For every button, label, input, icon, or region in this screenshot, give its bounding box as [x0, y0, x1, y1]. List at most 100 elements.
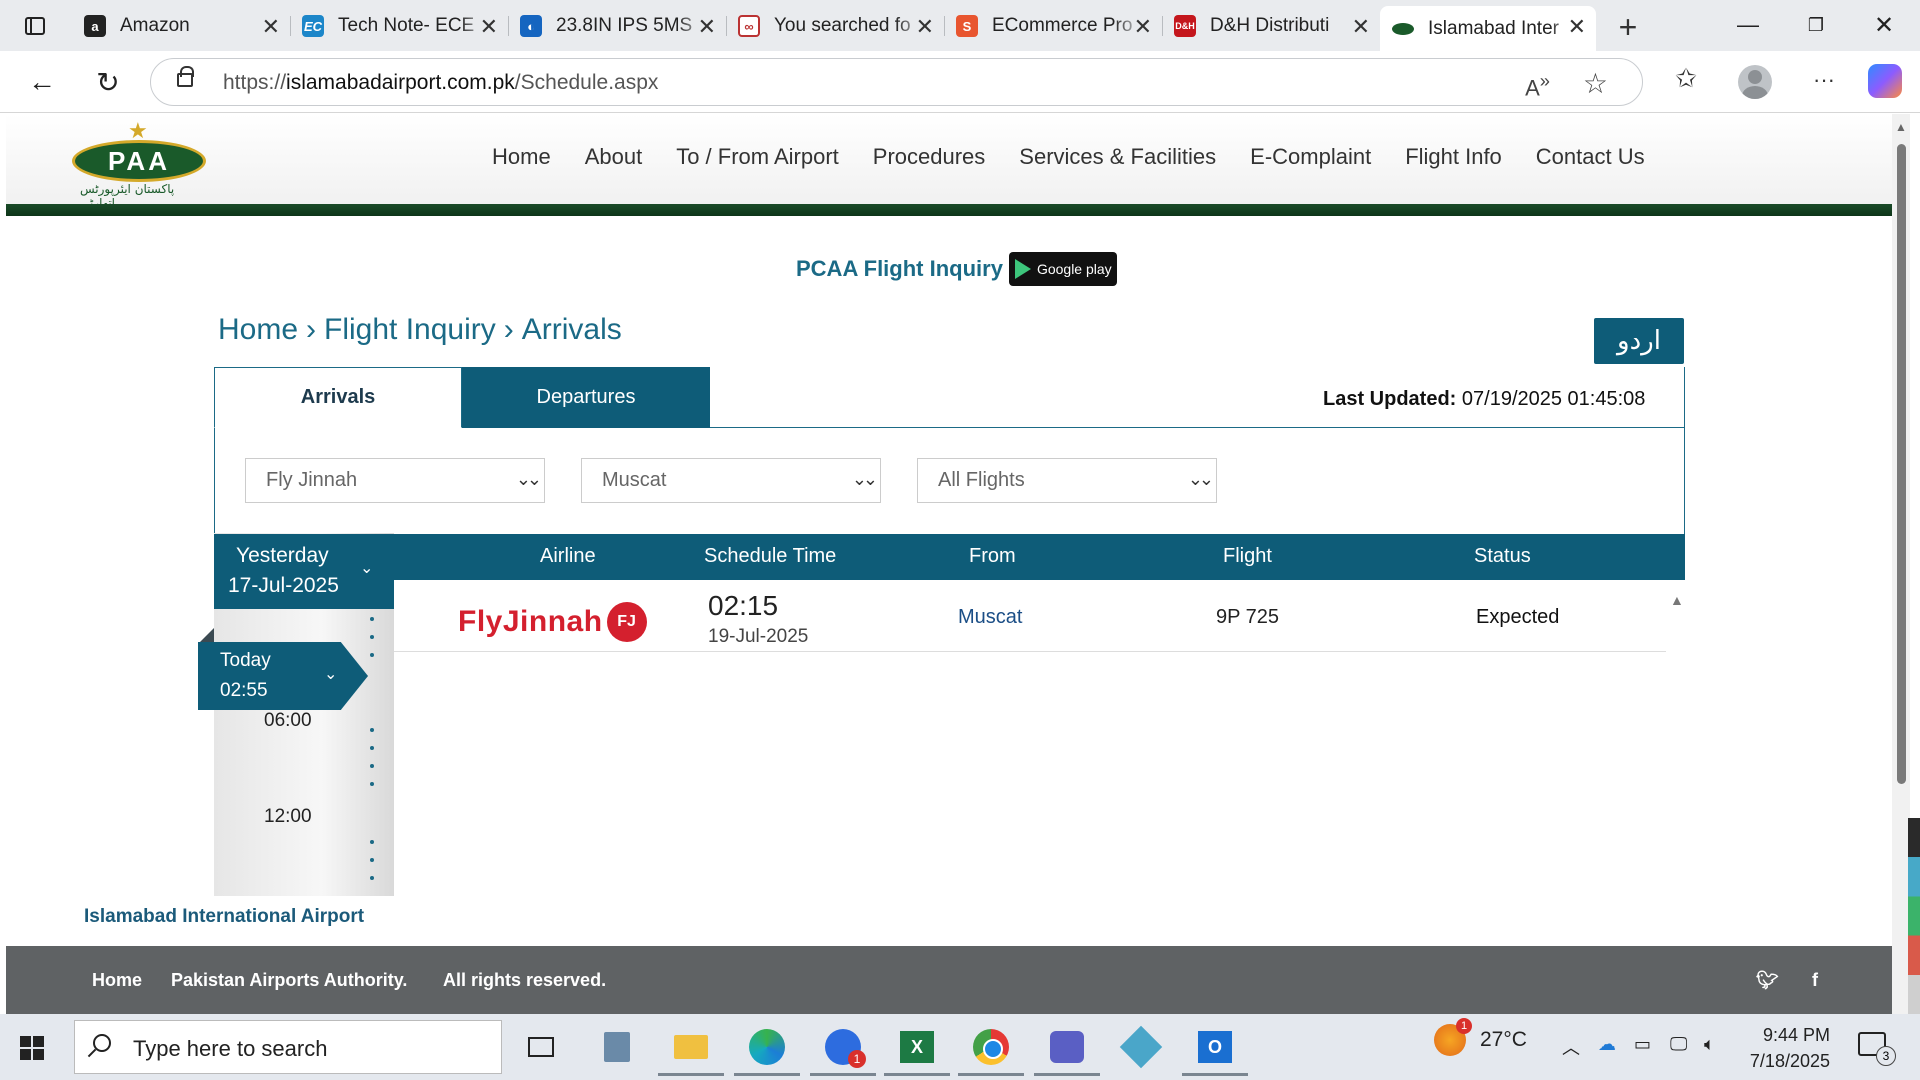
favorite-star-icon[interactable]: ☆ [1583, 67, 1608, 100]
col-airline: Airline [540, 545, 596, 567]
footer-home-link[interactable]: Home [92, 970, 142, 991]
menu-contact-us[interactable]: Contact Us [1536, 144, 1645, 170]
copilot-icon[interactable] [1868, 64, 1902, 98]
tab-dh[interactable]: D&H D&H Distributi ✕ [1162, 6, 1380, 46]
breadcrumb-flight-inquiry[interactable]: Flight Inquiry [324, 313, 496, 346]
excel-icon[interactable]: X [884, 1024, 950, 1076]
teams-icon[interactable] [1034, 1024, 1100, 1076]
close-icon[interactable]: ✕ [916, 14, 934, 40]
paa-logo[interactable]: ★ PAA پاکستان ایئرپورٹس اتھارٹی [68, 118, 210, 210]
browser-tabstrip: a Amazon ✕ EC Tech Note- ECE ✕ ◐ 23.8IN … [0, 0, 1920, 51]
yesterday-button[interactable]: Yesterday 17-Jul-2025 ⌄ [214, 534, 394, 609]
app-icon[interactable] [1118, 1024, 1164, 1070]
menu-about[interactable]: About [585, 144, 643, 170]
menu-flight-info[interactable]: Flight Info [1405, 144, 1502, 170]
facebook-icon[interactable]: f [1812, 970, 1818, 991]
col-schedule-time: Schedule Time [704, 545, 837, 567]
urdu-language-button[interactable]: اردو [1594, 318, 1684, 364]
edge-icon[interactable] [734, 1024, 800, 1076]
table-row[interactable]: FlyJinnah FJ 02:15 19-Jul-2025 Muscat 9P… [394, 580, 1666, 652]
tab-title: Tech Note- ECE [338, 15, 475, 36]
today-marker[interactable]: Today 02:55 ⌄ [198, 642, 368, 710]
scrollbar-thumb[interactable] [1897, 144, 1906, 784]
flyjinnah-logo: FlyJinnah FJ [458, 602, 647, 642]
favorites-icon[interactable]: ✩ [1666, 63, 1706, 94]
new-tab-button[interactable]: + [1610, 9, 1646, 46]
weather-icon: 1 [1434, 1018, 1472, 1056]
panel-top-border [710, 427, 1685, 428]
close-icon[interactable]: ✕ [1568, 14, 1586, 40]
table-scroll-up-icon[interactable]: ▲ [1670, 592, 1684, 608]
tab-arrivals[interactable]: Arrivals [214, 367, 462, 428]
close-icon[interactable]: ✕ [698, 14, 716, 40]
col-flight: Flight [1223, 545, 1272, 567]
tab-amazon[interactable]: a Amazon ✕ [72, 6, 291, 46]
twitter-icon[interactable]: 🐦︎ [1756, 970, 1779, 991]
task-view-icon[interactable] [518, 1024, 564, 1070]
search-app-icon: ∞ [738, 15, 760, 37]
last-updated: Last Updated: 07/19/2025 01:45:08 [1323, 388, 1646, 410]
menu-procedures[interactable]: Procedures [873, 144, 986, 170]
close-window-button[interactable]: ✕ [1864, 8, 1904, 42]
refresh-icon[interactable]: ↻ [88, 63, 128, 101]
tab-tech-note[interactable]: EC Tech Note- ECE ✕ [290, 6, 509, 46]
url-text[interactable]: https://islamabadairport.com.pk/Schedule… [223, 71, 658, 95]
close-icon[interactable]: ✕ [1134, 14, 1152, 40]
tab-title: D&H Distributi [1210, 15, 1330, 36]
dh-icon: D&H [1174, 15, 1196, 37]
windows-start-icon[interactable] [20, 1036, 44, 1060]
restore-button[interactable]: ❐ [1796, 8, 1836, 42]
zoom-icon[interactable]: 1 [810, 1024, 876, 1076]
flight-inquiry-promo: PCAA Flight Inquiry Google play [796, 252, 1117, 286]
close-icon[interactable]: ✕ [262, 14, 280, 40]
read-aloud-icon[interactable]: A» [1525, 70, 1550, 101]
inquiry-label[interactable]: PCAA Flight Inquiry [796, 256, 1003, 282]
network-icon[interactable]: 🖵︎ [1670, 1034, 1687, 1055]
menu-to-from-airport[interactable]: To / From Airport [676, 144, 839, 170]
site-header: ★ PAA پاکستان ایئرپورٹس اتھارٹی Home Abo… [6, 114, 1892, 216]
tab-title: You searched fo [774, 15, 911, 36]
city-select[interactable]: Muscat ⌄⌄ [581, 458, 881, 503]
tab-departures[interactable]: Departures [462, 367, 710, 428]
from-city[interactable]: Muscat [958, 606, 1022, 629]
tab-ecommerce[interactable]: S ECommerce Pro ✕ [944, 6, 1163, 46]
file-explorer-icon[interactable] [658, 1024, 724, 1076]
schedule-time: 02:15 [708, 590, 779, 621]
lock-icon[interactable] [177, 66, 194, 87]
menu-home[interactable]: Home [492, 144, 551, 170]
volume-icon[interactable]: 🔈︎ [1704, 1034, 1715, 1055]
outlook-icon[interactable]: O [1182, 1024, 1248, 1076]
chrome-icon[interactable] [958, 1024, 1024, 1076]
more-menu-icon[interactable]: ··· [1804, 67, 1844, 93]
tab-title: ECommerce Pro [992, 15, 1133, 36]
scroll-up-icon[interactable]: ▲ [1895, 120, 1907, 134]
flight-type-select[interactable]: All Flights ⌄⌄ [917, 458, 1217, 503]
battery-icon[interactable]: ▭ [1634, 1034, 1651, 1055]
close-icon[interactable]: ✕ [1352, 14, 1370, 40]
ec-icon: EC [302, 15, 324, 37]
onedrive-icon[interactable]: ☁ [1598, 1034, 1616, 1055]
menu-services[interactable]: Services & Facilities [1019, 144, 1216, 170]
profile-avatar[interactable] [1738, 65, 1772, 99]
calculator-icon[interactable] [594, 1024, 640, 1070]
minimize-button[interactable]: — [1728, 8, 1768, 42]
close-icon[interactable]: ✕ [480, 14, 498, 40]
play-store-icon [1014, 259, 1031, 279]
google-play-badge[interactable]: Google play [1008, 252, 1117, 286]
address-bar[interactable]: https://islamabadairport.com.pk/Schedule… [150, 58, 1643, 106]
taskbar-search[interactable]: Type here to search [74, 1020, 502, 1074]
show-hidden-icons-chevron-icon[interactable]: ︿ [1562, 1034, 1580, 1060]
system-clock[interactable]: 9:44 PM 7/18/2025 [1744, 1022, 1830, 1074]
airline-select[interactable]: Fly Jinnah ⌄⌄ [245, 458, 545, 503]
tab-monitor[interactable]: ◐ 23.8IN IPS 5MS ✕ [508, 6, 727, 46]
back-icon[interactable]: ← [22, 63, 62, 101]
tab-search-results[interactable]: ∞ You searched fo ✕ [726, 6, 945, 46]
tab-actions-icon[interactable] [14, 11, 56, 41]
breadcrumb-arrivals: Arrivals [521, 313, 622, 346]
breadcrumb-home[interactable]: Home [218, 313, 298, 346]
weather-widget[interactable]: 1 27°C [1434, 1018, 1527, 1056]
flight-number: 9P 725 [1216, 606, 1280, 628]
tab-islamabad-airport[interactable]: Islamabad Inter ✕ [1380, 6, 1596, 51]
menu-e-complaint[interactable]: E-Complaint [1250, 144, 1371, 170]
notifications-icon[interactable]: 3 [1858, 1032, 1896, 1066]
